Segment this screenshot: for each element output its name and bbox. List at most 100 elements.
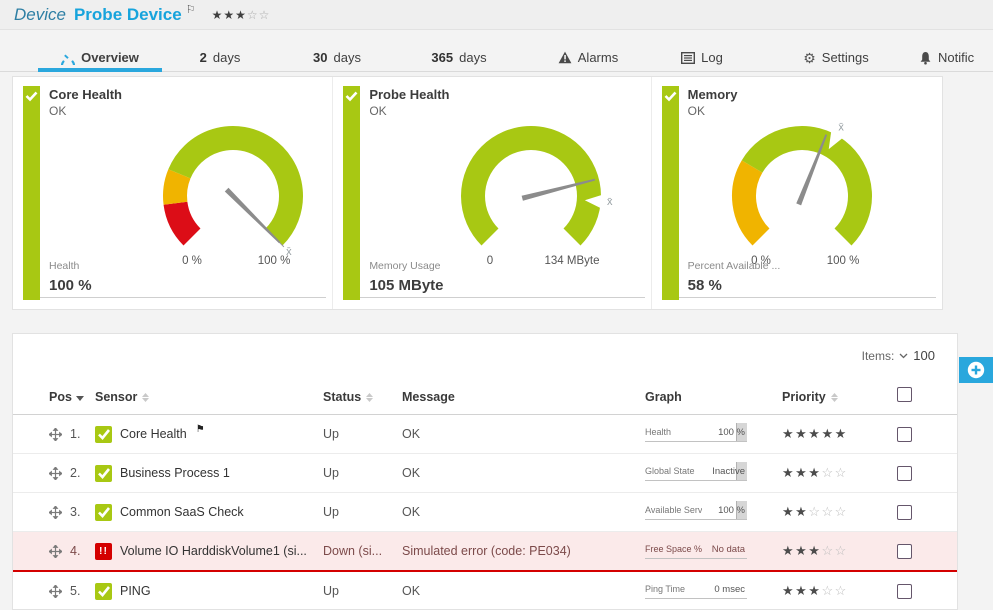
position-number: 2. xyxy=(70,466,80,480)
tab-2-days[interactable]: 2 days xyxy=(186,44,254,71)
device-rating-stars[interactable]: ★★★☆☆ xyxy=(212,8,271,22)
sensor-link[interactable]: Core Health xyxy=(120,427,187,441)
add-button[interactable] xyxy=(959,357,993,383)
svg-text:134 MByte: 134 MByte xyxy=(545,255,600,267)
tab-365-days-number: 365 xyxy=(431,50,453,65)
priority-stars[interactable]: ★★★☆☆ xyxy=(782,465,848,480)
bell-icon xyxy=(919,51,932,65)
tab-settings-label: Settings xyxy=(822,50,869,65)
gauge-title: Probe Health xyxy=(369,87,449,102)
message-cell: OK xyxy=(402,493,645,532)
row-checkbox[interactable] xyxy=(897,466,912,481)
sort-desc-icon xyxy=(76,390,84,404)
column-header-priority[interactable]: Priority xyxy=(782,384,861,415)
tab-log[interactable]: Log xyxy=(674,44,730,71)
chevron-down-icon xyxy=(899,353,908,359)
page-title: Probe Device xyxy=(74,5,182,25)
active-tab-underline xyxy=(38,68,162,72)
move-handle-icon[interactable] xyxy=(49,545,62,558)
move-handle-icon[interactable] xyxy=(49,585,62,598)
priority-stars[interactable]: ★★★☆☆ xyxy=(782,583,848,598)
sensor-link[interactable]: Volume IO HarddiskVolume1 (si... xyxy=(120,544,307,558)
column-header-message[interactable]: Message xyxy=(402,384,645,415)
status-ok-bar xyxy=(662,86,679,300)
priority-stars[interactable]: ★★☆☆☆ xyxy=(782,504,848,519)
position-number: 4. xyxy=(70,544,80,558)
gauge-title: Core Health xyxy=(49,87,122,102)
priority-stars[interactable]: ★★★★★ xyxy=(782,426,848,441)
divider xyxy=(360,297,644,298)
row-checkbox[interactable] xyxy=(897,505,912,520)
title-bar: Device Probe Device ⚐ ★★★☆☆ xyxy=(0,0,993,30)
sort-icon xyxy=(142,393,149,402)
probe-health-gauge: x̄ 0 134 MByte xyxy=(431,112,631,275)
sensors-table: Pos Sensor Status Message Graph Priority xyxy=(13,384,957,610)
sensors-panel: Items: 100 Pos Sensor Status Message xyxy=(12,333,958,610)
column-header-sensor[interactable]: Sensor xyxy=(95,384,323,415)
items-per-page-dropdown[interactable]: Items: 100 xyxy=(862,348,935,363)
priority-stars[interactable]: ★★★☆☆ xyxy=(782,543,848,558)
column-header-pos[interactable]: Pos xyxy=(13,384,95,415)
gauge-value-label: Memory Usage xyxy=(369,260,440,272)
mini-graph[interactable]: Health 100 % xyxy=(645,427,747,442)
sensor-ok-icon xyxy=(95,583,112,600)
table-row: 3. Common SaaS Check Up OK Available Ser… xyxy=(13,493,957,532)
status-cell: Up xyxy=(323,454,402,493)
gauge-title: Memory xyxy=(688,87,738,102)
tab-alarms[interactable]: Alarms xyxy=(549,44,627,71)
row-checkbox[interactable] xyxy=(897,584,912,599)
log-icon xyxy=(681,52,695,64)
position-number: 1. xyxy=(70,427,80,441)
status-ok-bar xyxy=(343,86,360,300)
mini-graph[interactable]: Ping Time 0 msec xyxy=(645,584,747,599)
gauges-panel: Core Health OK x̄0 %100 % Health 100 % P… xyxy=(12,76,943,310)
table-row: 2. Business Process 1 Up OK Global State… xyxy=(13,454,957,493)
row-checkbox[interactable] xyxy=(897,544,912,559)
sensor-link[interactable]: Business Process 1 xyxy=(120,466,230,480)
svg-text:100 %: 100 % xyxy=(258,255,291,267)
column-header-status[interactable]: Status xyxy=(323,384,402,415)
move-handle-icon[interactable] xyxy=(49,467,62,480)
sensor-link[interactable]: Common SaaS Check xyxy=(120,505,244,519)
tab-30-days[interactable]: 30 days xyxy=(301,44,373,71)
svg-text:x̄: x̄ xyxy=(607,196,613,208)
mini-graph[interactable]: Global State Inactive xyxy=(645,466,747,481)
tab-2-days-number: 2 xyxy=(200,50,207,65)
svg-text:0: 0 xyxy=(487,255,493,267)
flag-filled-icon: ⚑ xyxy=(196,424,205,435)
warning-icon xyxy=(558,51,572,64)
tab-365-days[interactable]: 365 days xyxy=(419,44,499,71)
divider xyxy=(679,297,936,298)
column-header-graph[interactable]: Graph xyxy=(645,384,782,415)
status-cell: Up xyxy=(323,571,402,610)
check-icon xyxy=(345,90,358,102)
move-handle-icon[interactable] xyxy=(49,506,62,519)
items-label: Items: xyxy=(862,349,895,363)
mini-graph[interactable]: Available Serv 100 % xyxy=(645,505,747,520)
move-handle-icon[interactable] xyxy=(49,428,62,441)
tab-30-days-number: 30 xyxy=(313,50,327,65)
gear-icon: ⚙ xyxy=(803,51,816,65)
tab-settings[interactable]: ⚙ Settings xyxy=(794,44,878,71)
sensor-ok-icon xyxy=(95,504,112,521)
gauge-value: 58 % xyxy=(688,277,722,294)
gauge-value-label: Health xyxy=(49,260,79,272)
row-checkbox[interactable] xyxy=(897,427,912,442)
sensor-ok-icon xyxy=(95,426,112,443)
sort-icon xyxy=(831,393,838,402)
tab-notifications[interactable]: Notific xyxy=(919,44,993,71)
mini-graph[interactable]: Free Space % No data xyxy=(645,544,747,559)
status-cell: Up xyxy=(323,415,402,454)
check-icon xyxy=(664,90,677,102)
tab-alarms-label: Alarms xyxy=(578,50,618,65)
tab-overview[interactable]: Overview xyxy=(38,44,162,71)
sensor-link[interactable]: PING xyxy=(120,584,151,598)
status-cell: Up xyxy=(323,493,402,532)
svg-text:0 %: 0 % xyxy=(182,255,202,267)
divider xyxy=(40,297,326,298)
gauge-card-core-health: Core Health OK x̄0 %100 % Health 100 % xyxy=(13,77,333,309)
position-number: 5. xyxy=(70,584,80,598)
sensor-error-icon: !! xyxy=(95,543,112,560)
select-all-checkbox[interactable] xyxy=(897,387,912,402)
tab-notifications-label: Notific xyxy=(938,50,974,65)
